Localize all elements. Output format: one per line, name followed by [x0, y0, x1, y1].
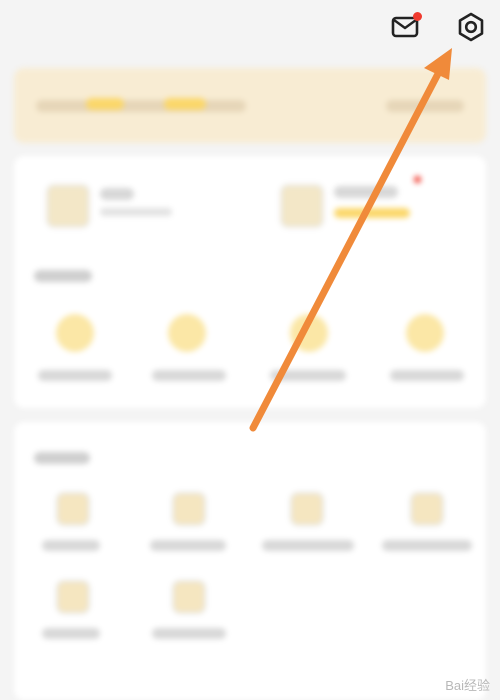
- watermark: Bai经验: [445, 678, 490, 693]
- annotation-arrow: [249, 48, 452, 432]
